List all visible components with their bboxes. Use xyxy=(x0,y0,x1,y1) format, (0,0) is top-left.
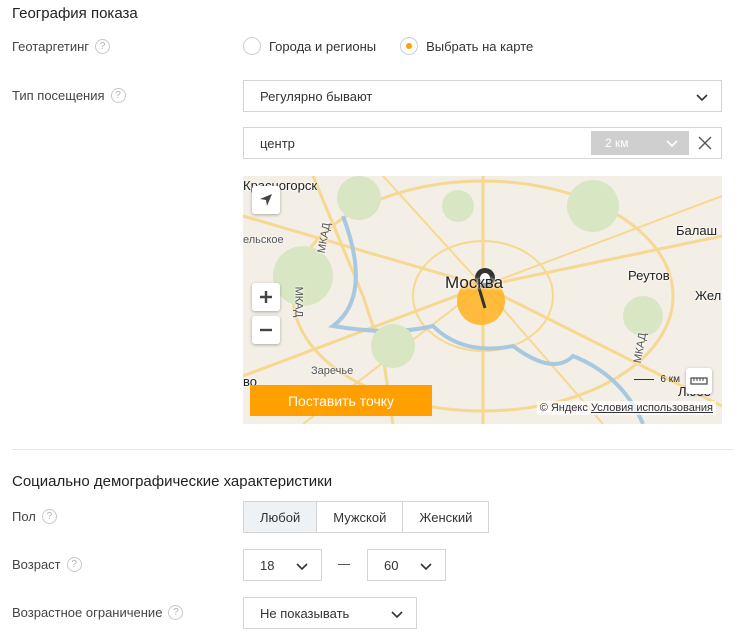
visit-type-value: Регулярно бывают xyxy=(260,88,373,104)
map-scale-label: 6 км xyxy=(660,374,680,385)
map-copyright: © Яндекс Условия использования xyxy=(536,401,716,415)
radio-cities-regions[interactable]: Города и регионы xyxy=(243,37,376,55)
map-label: Заречье xyxy=(311,365,354,377)
location-search-value[interactable]: центр xyxy=(260,136,295,151)
section-divider xyxy=(12,449,733,450)
age-limit-label-row: Возрастное ограничение ? xyxy=(12,605,184,620)
map-label-city: Москва xyxy=(445,273,504,292)
location-arrow-icon xyxy=(260,194,272,206)
radio-circle-icon[interactable] xyxy=(243,37,261,55)
visit-type-select[interactable]: Регулярно бывают xyxy=(243,80,722,112)
zoom-out-button[interactable] xyxy=(252,316,280,344)
age-label: Возраст xyxy=(12,557,61,572)
minus-icon xyxy=(260,328,272,332)
map-label: МКАД xyxy=(292,286,305,318)
geo-section-title: География показа xyxy=(12,5,138,22)
gender-label: Пол xyxy=(12,509,36,524)
age-label-row: Возраст ? xyxy=(12,557,82,572)
age-limit-select[interactable]: Не показывать xyxy=(243,597,417,629)
radio-checked-icon[interactable] xyxy=(400,37,419,55)
age-to-select[interactable]: 60 xyxy=(367,549,446,581)
social-section-title: Социально демографические характеристики xyxy=(12,473,333,490)
age-to-value: 60 xyxy=(384,557,399,573)
gender-option-any[interactable]: Любой xyxy=(244,502,318,532)
radius-value: 2 км xyxy=(605,136,629,150)
radio-map-label[interactable]: Выбрать на карте xyxy=(426,39,533,54)
radius-select[interactable]: 2 км xyxy=(591,131,689,155)
gender-option-male[interactable]: Мужской xyxy=(317,502,404,532)
close-icon[interactable] xyxy=(697,135,713,151)
chevron-down-icon xyxy=(666,140,678,148)
age-limit-label: Возрастное ограничение xyxy=(12,605,163,620)
gender-segmented-control: Любой Мужской Женский xyxy=(243,501,490,533)
zoom-in-button[interactable] xyxy=(252,283,280,311)
map-widget[interactable]: Красногорск ельское МКАД МКАД МКАД Москв… xyxy=(243,176,722,424)
gender-option-female[interactable]: Женский xyxy=(403,502,489,532)
place-point-button[interactable]: Поставить точку xyxy=(250,385,432,416)
help-icon[interactable]: ? xyxy=(41,509,57,524)
geotargeting-label: Геотаргетинг xyxy=(12,39,90,54)
plus-icon xyxy=(260,291,272,303)
geotargeting-radio-group: Города и регионы Выбрать на карте xyxy=(243,37,533,55)
map-label: Жел xyxy=(695,288,722,303)
help-icon[interactable]: ? xyxy=(168,605,184,620)
age-limit-value: Не показывать xyxy=(260,605,350,621)
chevron-down-icon xyxy=(420,563,432,571)
chevron-down-icon xyxy=(696,94,708,102)
ruler-button[interactable] xyxy=(686,368,712,394)
help-icon[interactable]: ? xyxy=(66,557,82,572)
location-search-field[interactable]: центр 2 км xyxy=(243,127,722,159)
age-from-value: 18 xyxy=(260,557,275,573)
map-label: Реутов xyxy=(628,268,670,283)
map-label: Балаш xyxy=(676,223,718,238)
ruler-icon xyxy=(690,377,708,385)
gender-label-row: Пол ? xyxy=(12,509,57,524)
chevron-down-icon xyxy=(391,611,403,619)
terms-of-use-link[interactable]: Условия использования xyxy=(591,402,713,414)
chevron-down-icon xyxy=(296,563,308,571)
geotargeting-label-row: Геотаргетинг ? xyxy=(12,39,111,54)
scale-line-icon xyxy=(633,378,654,380)
range-dash xyxy=(338,564,350,565)
yandex-copyright: © Яндекс xyxy=(539,402,588,414)
help-icon[interactable]: ? xyxy=(110,88,126,103)
visit-type-label: Тип посещения xyxy=(12,88,105,103)
help-icon[interactable]: ? xyxy=(95,39,111,54)
map-label: ельское xyxy=(243,234,284,246)
radio-select-on-map[interactable]: Выбрать на карте xyxy=(400,37,533,55)
map-scale: 6 км xyxy=(633,374,680,385)
geolocation-button[interactable] xyxy=(252,186,280,214)
age-from-select[interactable]: 18 xyxy=(243,549,322,581)
visit-type-label-row: Тип посещения ? xyxy=(12,88,126,103)
radio-cities-label[interactable]: Города и регионы xyxy=(269,39,376,54)
